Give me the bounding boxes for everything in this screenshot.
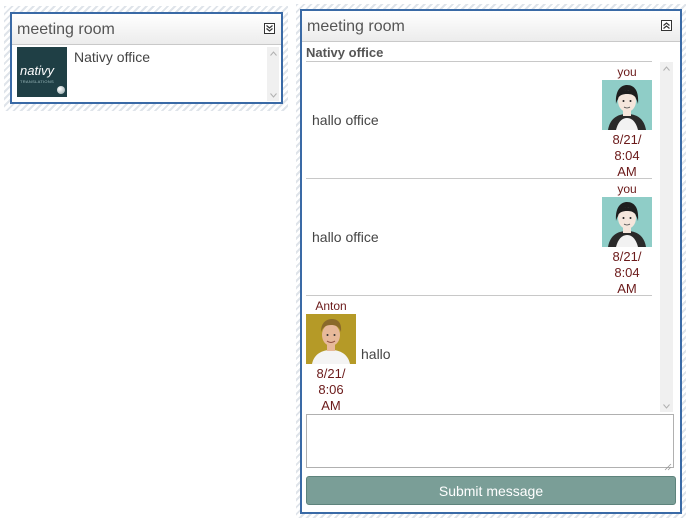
message-input[interactable] [306, 414, 674, 468]
scroll-down-arrow-icon[interactable] [660, 400, 673, 412]
message-sender: Anton [315, 299, 347, 313]
logo-globe-icon [57, 86, 65, 94]
left-meeting-room-panel: meeting room nativy TRANSLATIONS Nativy … [10, 12, 283, 104]
message-text: hallo office [312, 229, 379, 245]
right-meeting-room-panel: meeting room Nativy office you hallo off… [300, 9, 682, 514]
nativy-logo: nativy TRANSLATIONS [17, 47, 67, 97]
male-photo-avatar [306, 314, 356, 364]
chat-message: you hallo office 8/21/ 8:04 AM [306, 62, 652, 179]
chat-message: you hallo office 8/21/ 8:04 AM [306, 179, 652, 296]
resize-handle-icon[interactable] [664, 458, 672, 471]
message-timestamp: 8/21/ 8:04 AM [612, 249, 642, 296]
message-sender: you [617, 182, 637, 196]
left-panel-header: meeting room [12, 14, 281, 45]
right-panel-title: meeting room [307, 18, 405, 35]
logo-subtext: TRANSLATIONS [20, 79, 54, 84]
scroll-up-arrow-icon[interactable] [660, 62, 673, 74]
right-panel-header: meeting room [302, 11, 680, 42]
chat-scrollbar[interactable] [660, 62, 673, 412]
message-timestamp: 8/21/ 8:06 AM [316, 366, 346, 413]
room-list-item[interactable]: nativy TRANSLATIONS Nativy office [17, 47, 267, 99]
expand-chevron-double-down-icon[interactable] [264, 23, 275, 34]
submit-message-button[interactable]: Submit message [306, 476, 676, 505]
chat-room-name: Nativy office [306, 45, 384, 60]
left-panel-title: meeting room [17, 21, 115, 38]
female-avatar-icon [602, 197, 652, 247]
message-text: hallo [361, 346, 391, 362]
collapse-chevron-double-up-icon[interactable] [661, 20, 672, 31]
message-timestamp: 8/21/ 8:04 AM [612, 132, 642, 179]
message-sender: you [617, 65, 637, 79]
chat-message: Anton hallo 8/21/ 8:06 AM [306, 296, 652, 413]
logo-text: nativy [20, 63, 54, 78]
scroll-up-arrow-icon[interactable] [267, 47, 279, 59]
scroll-down-arrow-icon[interactable] [267, 89, 279, 101]
room-name: Nativy office [74, 49, 150, 65]
female-avatar-icon [602, 80, 652, 130]
message-text: hallo office [312, 112, 379, 128]
left-scrollbar[interactable] [267, 47, 279, 101]
